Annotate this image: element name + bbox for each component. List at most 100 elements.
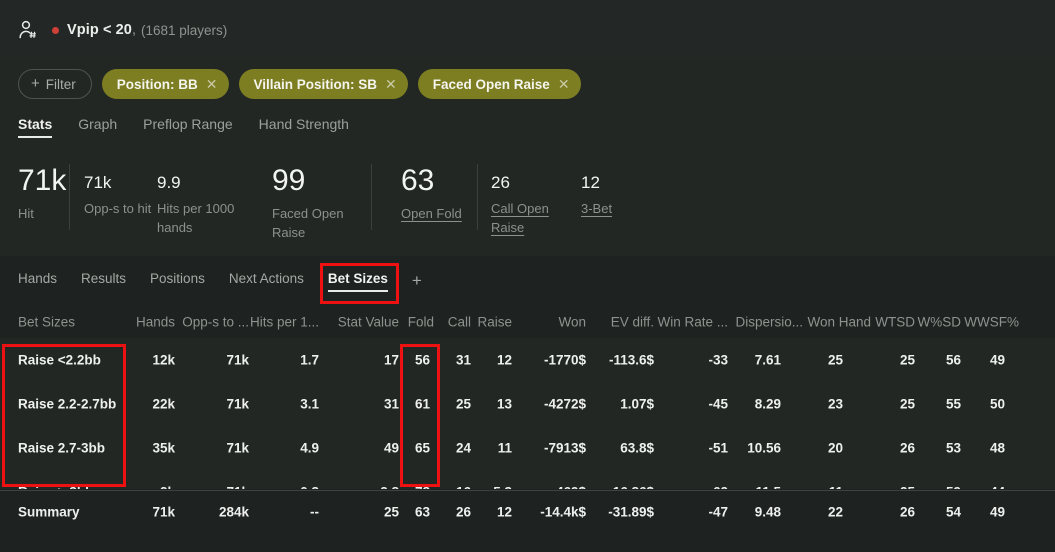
- stat-value: 9.9: [157, 173, 181, 192]
- cell-dispersion: 10.56: [747, 440, 781, 456]
- summary-hits: --: [310, 504, 319, 520]
- col-ev-diff[interactable]: EV diff.: [586, 314, 654, 329]
- summary-dispersion: 9.48: [754, 504, 781, 520]
- stat-hits-per-1000-hands[interactable]: 9.9 Hits per 1000 hands: [157, 174, 243, 237]
- cell-wwsf: 50: [989, 396, 1005, 412]
- stat-label: Opp-s to hit: [84, 201, 152, 216]
- col-fold[interactable]: Fold: [399, 314, 434, 329]
- stat-label[interactable]: 3-Bet: [581, 199, 612, 218]
- close-icon[interactable]: ✕: [206, 77, 218, 91]
- summary-call: 26: [455, 504, 471, 520]
- filter-chip-position-bb[interactable]: Position: BB ✕: [101, 69, 229, 99]
- cell-won: -4272$: [543, 396, 586, 412]
- stat-hit[interactable]: 71k Hit: [18, 166, 66, 223]
- stat-3bet[interactable]: 12 3-Bet: [581, 174, 612, 218]
- summary-fold: 63: [414, 504, 430, 520]
- stat-label: Faced Open Raise: [272, 206, 344, 240]
- col-hands[interactable]: Hands: [97, 314, 175, 329]
- cell-dispersion: 7.61: [754, 352, 781, 368]
- status-dot: [52, 26, 59, 34]
- tab-stats[interactable]: Stats: [18, 116, 53, 138]
- bet-sizes-stats-screen: Vpip < 20 , (1681 players) + Filter Posi…: [0, 0, 1055, 552]
- stat-value: 12: [581, 173, 600, 192]
- cell-fold: 56: [414, 352, 430, 368]
- stat-faced-open-raise[interactable]: 99 Faced Open Raise: [272, 166, 346, 242]
- stat-open-fold[interactable]: 63 Open Fold: [401, 166, 462, 223]
- cell-won-hand: 20: [827, 440, 843, 456]
- col-bet-sizes[interactable]: Bet Sizes: [18, 314, 75, 329]
- col-won[interactable]: Won: [512, 314, 586, 329]
- summary-ev-diff: -31.89$: [608, 504, 654, 520]
- table-row[interactable]: Raise 2.2-2.7bb 22k 71k 3.1 31 61 25 13 …: [0, 382, 1055, 426]
- cell-call: 25: [455, 396, 471, 412]
- cell-dispersion: 8.29: [754, 396, 781, 412]
- col-wtsd[interactable]: WTSD: [871, 314, 915, 329]
- col-hits[interactable]: Hits per 1...: [249, 314, 319, 329]
- sub-tab-bar: Hands Results Positions Next Actions Bet…: [18, 271, 422, 292]
- col-wsd[interactable]: W%SD: [915, 314, 962, 329]
- subtab-bet-sizes[interactable]: Bet Sizes: [327, 271, 388, 292]
- table-row[interactable]: Raise 2.7-3bb 35k 71k 4.9 49 65 24 11 -7…: [0, 426, 1055, 470]
- cell-fold: 61: [414, 396, 430, 412]
- cell-wsd: 56: [945, 352, 961, 368]
- bet-sizes-table: Bet Sizes Hands Opp-s to ... Hits per 1.…: [0, 305, 1055, 514]
- stat-opps-to-hit[interactable]: 71k Opp-s to hit: [84, 174, 151, 218]
- chip-label: Villain Position: SB: [253, 76, 378, 92]
- stat-value: 26: [491, 173, 510, 192]
- chip-label: Faced Open Raise: [432, 76, 550, 92]
- cell-stat-value: 49: [383, 440, 399, 456]
- cell-hits: 4.9: [300, 440, 319, 456]
- stat-label[interactable]: Open Fold: [401, 204, 462, 223]
- col-opps[interactable]: Opp-s to ...: [175, 314, 249, 329]
- cell-hits: 3.1: [300, 396, 319, 412]
- col-stat-value[interactable]: Stat Value: [319, 314, 399, 329]
- cell-wtsd: 26: [899, 440, 915, 456]
- stat-value: 63: [401, 164, 435, 197]
- title-comma: ,: [131, 22, 136, 38]
- top-header: Vpip < 20 , (1681 players): [0, 0, 1055, 58]
- cell-wwsf: 48: [989, 440, 1005, 456]
- filter-title-row: Vpip < 20 , (1681 players): [18, 19, 227, 41]
- col-call[interactable]: Call: [434, 314, 471, 329]
- person-hash-icon: [18, 19, 40, 41]
- col-dispersion[interactable]: Dispersio...: [728, 314, 803, 329]
- tab-preflop-range[interactable]: Preflop Range: [143, 116, 233, 138]
- close-icon[interactable]: ✕: [385, 77, 397, 91]
- stat-label[interactable]: Call Open Raise: [491, 199, 549, 237]
- cell-raise: 12: [496, 352, 512, 368]
- close-icon[interactable]: ✕: [558, 77, 570, 91]
- cell-won-hand: 23: [827, 396, 843, 412]
- add-subtab-icon[interactable]: +: [412, 272, 422, 292]
- cell-raise: 13: [496, 396, 512, 412]
- cell-ev-diff: 63.8$: [620, 440, 654, 456]
- cell-win-rate: -51: [708, 440, 728, 456]
- subtab-next-actions[interactable]: Next Actions: [229, 271, 304, 292]
- filter-chip-bar: + Filter Position: BB ✕ Villain Position…: [18, 69, 581, 99]
- cell-won: -1770$: [543, 352, 586, 368]
- cell-wtsd: 25: [899, 396, 915, 412]
- col-wwsf[interactable]: WWSF%: [961, 314, 1019, 329]
- tab-graph[interactable]: Graph: [78, 116, 117, 138]
- stat-call-open-raise[interactable]: 26 Call Open Raise: [491, 174, 549, 237]
- add-filter-button[interactable]: + Filter: [18, 69, 92, 99]
- summary-opps: 284k: [218, 504, 249, 520]
- filter-chip-faced-open-raise[interactable]: Faced Open Raise ✕: [417, 69, 581, 99]
- col-raise[interactable]: Raise: [471, 314, 512, 329]
- stats-divider: [69, 164, 70, 230]
- col-win-rate[interactable]: Win Rate ...: [654, 314, 728, 329]
- col-won-hand[interactable]: Won Hand: [803, 314, 871, 329]
- tab-hand-strength[interactable]: Hand Strength: [259, 116, 349, 138]
- row-label: Raise <2.2bb: [18, 352, 101, 368]
- subtab-results[interactable]: Results: [81, 271, 126, 292]
- stat-value: 99: [272, 164, 306, 197]
- subtab-positions[interactable]: Positions: [150, 271, 205, 292]
- stats-summary-strip: 71k Hit 71k Opp-s to hit 9.9 Hits per 10…: [0, 158, 1055, 246]
- summary-raise: 12: [496, 504, 512, 520]
- cell-opps: 71k: [226, 396, 249, 412]
- filter-chip-villain-position-sb[interactable]: Villain Position: SB ✕: [238, 69, 408, 99]
- subtab-hands[interactable]: Hands: [18, 271, 57, 292]
- cell-wsd: 55: [945, 396, 961, 412]
- table-row[interactable]: Raise <2.2bb 12k 71k 1.7 17 56 31 12 -17…: [0, 338, 1055, 382]
- cell-hands: 12k: [152, 352, 175, 368]
- cell-hands: 22k: [152, 396, 175, 412]
